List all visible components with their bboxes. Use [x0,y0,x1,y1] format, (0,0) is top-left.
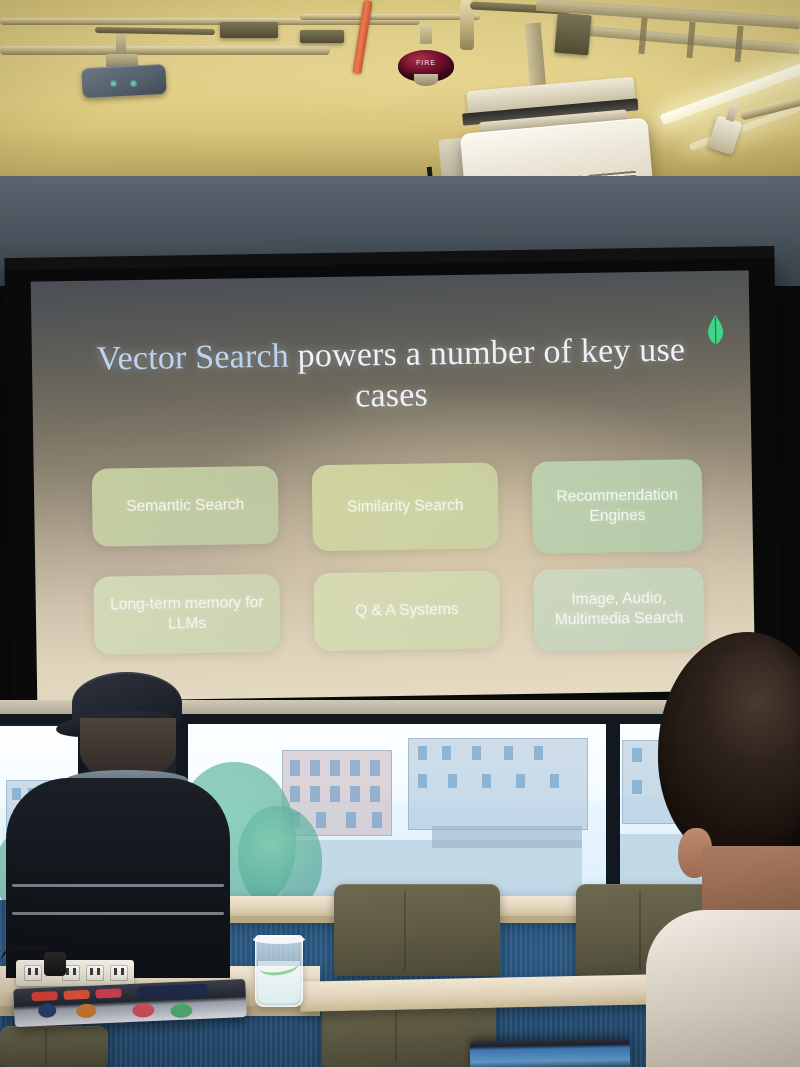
tree [238,806,322,910]
junction-box [300,30,344,43]
building-window [472,746,481,760]
hair [658,632,800,864]
slide-title-rest: powers a number of key use cases [288,331,686,416]
sensor-lens-icon [130,80,137,87]
ceiling-bracket [554,12,592,56]
building-window [350,786,360,802]
building-window [632,748,642,762]
building-window [370,786,380,802]
fire-alarm-bell: FIRE [398,24,454,86]
building-window [346,812,356,828]
building-window [418,746,427,760]
building-window [448,774,457,788]
building-window [418,774,427,788]
building-window [350,760,360,776]
laptop-sticker [95,988,122,999]
slide-title: Vector Search powers a number of key use… [80,329,703,422]
use-case-row-2: Long-term memory for LLMs Q & A Systems … [93,567,705,659]
use-case-row-1: Semantic Search Similarity Search Recomm… [91,459,704,561]
building-window [290,786,300,802]
use-case-card-qa-systems: Q & A Systems [313,570,501,652]
building-window [316,812,326,828]
use-case-card-similarity-search: Similarity Search [311,462,499,552]
power-socket[interactable] [110,965,128,981]
cup-swirl-design [257,954,301,978]
building-window [534,746,543,760]
building-window [330,760,340,776]
building-window [442,746,451,760]
laptop-sticker [76,1003,97,1019]
building-window [482,774,491,788]
laptop-sticker [170,1003,193,1019]
window-pane-center [186,722,610,910]
building-window [516,774,525,788]
sensor-body [81,63,167,99]
sensor-lens-icon [110,80,117,87]
laptop-sticker [31,991,58,1002]
laptop-sticker [63,989,90,1000]
conference-chair [0,1026,108,1067]
fire-alarm-label: FIRE [416,60,436,67]
junction-box [220,22,278,38]
building-window [550,774,559,788]
ceiling-conduit [300,14,480,20]
building-window [372,812,382,828]
building-window [504,746,513,760]
laptop-sticker [137,983,208,999]
sensor-mount-rod [116,34,126,56]
use-case-card-long-term-memory: Long-term memory for LLMs [93,573,281,655]
fire-alarm-stem [420,24,432,44]
building-window [370,760,380,776]
presentation-slide: Vector Search powers a number of key use… [30,270,756,702]
building-window [290,760,300,776]
attendee-with-cap [0,672,236,978]
shirt-stripe [12,884,224,887]
rooftop-parapet [432,826,582,848]
cup-rim [253,935,305,944]
water-cup[interactable] [253,935,305,1007]
ceiling-sensor [80,34,168,99]
building-window [310,786,320,802]
power-socket[interactable] [24,965,42,981]
building-window [632,780,642,794]
shirt-stripe [12,912,224,915]
building-window [310,760,320,776]
fire-alarm-cap [414,74,438,86]
building [408,738,588,830]
shirt [646,910,800,1067]
use-case-card-recommendation-engines: Recommendation Engines [531,459,704,554]
power-plug [44,952,66,976]
conference-room-photo: FIRE Vector Search powers a number of ke… [0,0,800,1067]
attendee-foreground [646,632,800,1067]
building-window [330,786,340,802]
power-socket[interactable] [86,965,104,981]
use-case-card-semantic-search: Semantic Search [91,465,279,547]
power-outlet-strip[interactable] [16,960,134,986]
laptop-sticker [132,1002,155,1018]
mongodb-leaf-logo [705,314,725,345]
bottom-laptop-screen[interactable] [469,1038,631,1067]
conference-chair [334,884,500,976]
use-case-card-grid: Semantic Search Similarity Search Recomm… [91,459,705,675]
slide-title-highlight: Vector Search [96,337,290,378]
laptop-sticker [37,1003,57,1019]
